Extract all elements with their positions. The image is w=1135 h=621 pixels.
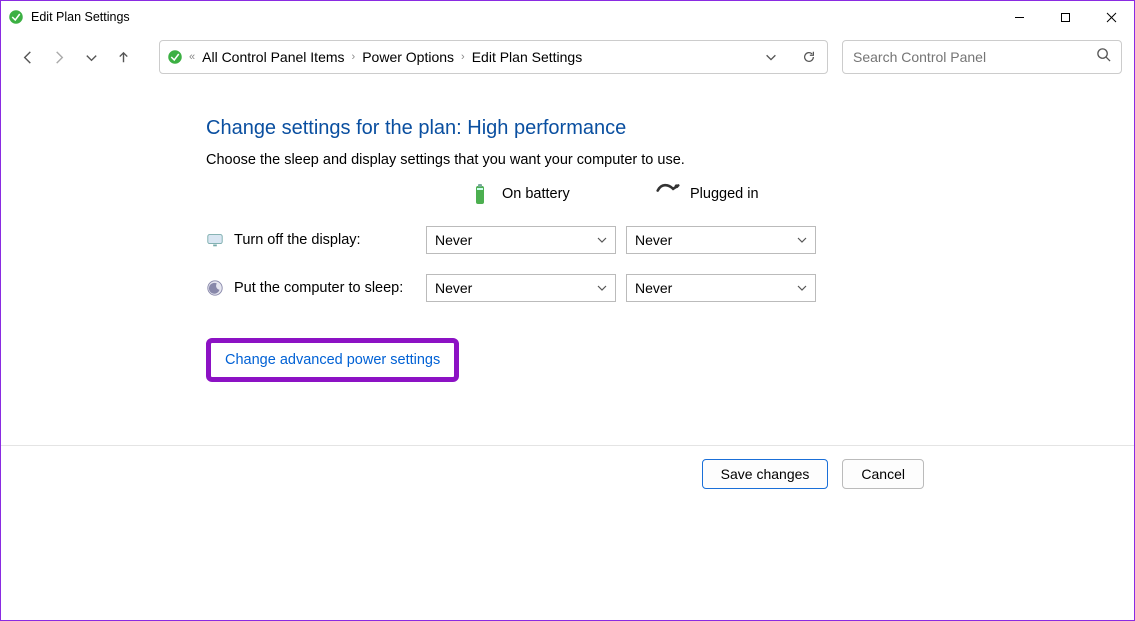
recent-dropdown-button[interactable]	[77, 43, 105, 71]
search-box[interactable]	[842, 40, 1122, 74]
save-button[interactable]: Save changes	[702, 459, 829, 489]
advanced-power-settings-link[interactable]: Change advanced power settings	[225, 352, 440, 368]
chevron-down-icon	[797, 283, 807, 293]
row-sleep-label: Put the computer to sleep:	[206, 279, 426, 297]
address-icon	[166, 48, 184, 66]
footer-bar: Save changes Cancel	[1, 445, 1134, 501]
breadcrumb-item-edit[interactable]: Edit Plan Settings	[468, 49, 587, 65]
settings-grid: On battery Plugged in Turn off the displ…	[206, 182, 1134, 302]
column-header-battery: On battery	[426, 182, 626, 206]
cancel-button[interactable]: Cancel	[842, 459, 924, 489]
breadcrumb-item-power[interactable]: Power Options	[358, 49, 458, 65]
display-battery-select[interactable]: Never	[426, 226, 616, 254]
display-icon	[206, 231, 224, 249]
chevron-right-icon: ›	[349, 51, 359, 63]
address-bar[interactable]: « All Control Panel Items › Power Option…	[159, 40, 828, 74]
window-controls	[996, 1, 1134, 33]
chevron-left-icon: «	[186, 51, 198, 63]
window-title: Edit Plan Settings	[31, 10, 996, 24]
column-plugged-label: Plugged in	[690, 186, 759, 202]
sleep-battery-select[interactable]: Never	[426, 274, 616, 302]
highlight-box: Change advanced power settings	[206, 338, 459, 382]
chevron-down-icon	[597, 235, 607, 245]
page-heading: Change settings for the plan: High perfo…	[206, 117, 1134, 140]
refresh-button[interactable]	[797, 50, 821, 64]
chevron-down-icon	[797, 235, 807, 245]
navigation-row: « All Control Panel Items › Power Option…	[1, 33, 1134, 81]
forward-button[interactable]	[45, 43, 73, 71]
title-bar: Edit Plan Settings	[1, 1, 1134, 33]
app-icon	[7, 8, 25, 26]
content-area: Change settings for the plan: High perfo…	[1, 81, 1134, 382]
chevron-down-icon	[597, 283, 607, 293]
battery-icon	[468, 182, 492, 206]
display-plugged-select[interactable]: Never	[626, 226, 816, 254]
sleep-icon	[206, 279, 224, 297]
breadcrumb-item-all[interactable]: All Control Panel Items	[198, 49, 348, 65]
up-button[interactable]	[109, 43, 137, 71]
close-button[interactable]	[1088, 1, 1134, 33]
row-display-label: Turn off the display:	[206, 231, 426, 249]
sleep-plugged-select[interactable]: Never	[626, 274, 816, 302]
chevron-right-icon: ›	[458, 51, 468, 63]
back-button[interactable]	[13, 43, 41, 71]
address-dropdown-button[interactable]	[759, 50, 783, 64]
column-battery-label: On battery	[502, 186, 570, 202]
minimize-button[interactable]	[996, 1, 1042, 33]
search-input[interactable]	[853, 49, 1096, 65]
plug-icon	[656, 182, 680, 206]
column-header-plugged: Plugged in	[626, 182, 826, 206]
search-icon[interactable]	[1096, 47, 1111, 67]
maximize-button[interactable]	[1042, 1, 1088, 33]
page-subtext: Choose the sleep and display settings th…	[206, 152, 1134, 168]
